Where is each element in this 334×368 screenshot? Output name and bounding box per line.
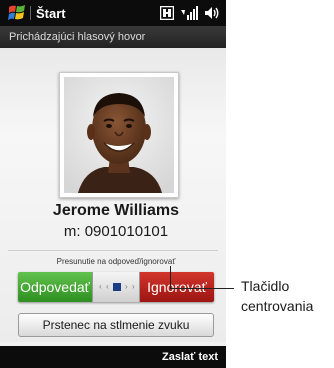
callout-label: Tlačidlo centrovania (241, 276, 313, 316)
callout-label-line2: centrovania (241, 298, 314, 314)
signal-icon[interactable] (180, 6, 198, 20)
page-title: Prichádzajúci hlasový hovor (9, 31, 146, 43)
chevron-left-icon: ‹ (106, 282, 109, 291)
answer-ignore-slider[interactable]: Odpovedať ‹ ‹ › › Ignorovať (18, 272, 214, 302)
caller-name: Jerome Williams (52, 202, 180, 219)
network-icon[interactable] (160, 6, 174, 20)
softkey-bar: Zaslať text (0, 346, 226, 368)
slider-hint: Presunutie na odpoveď/ignorovať (56, 257, 176, 266)
callout-line (170, 288, 234, 289)
send-text-softkey[interactable]: Zaslať text (162, 351, 218, 363)
answer-button[interactable]: Odpovedať (18, 272, 92, 302)
start-separator (30, 6, 31, 20)
ring-mute-button[interactable]: Prstenec na stlmenie zvuku (18, 313, 214, 337)
caller-number: m: 0901010101 (63, 223, 169, 240)
volume-icon[interactable] (204, 6, 220, 20)
center-handle-dot (113, 283, 121, 291)
divider (8, 250, 218, 251)
status-icons (160, 5, 220, 21)
callout-line (170, 266, 171, 288)
incoming-call-panel: Jerome Williams m: 0901010101 Presunutie… (0, 48, 226, 342)
phone-screen: Štart Prichádzajúci hlasový hovor Jerome… (0, 0, 226, 368)
start-label[interactable]: Štart (36, 6, 66, 21)
status-bar: Štart (0, 0, 226, 26)
title-bar: Prichádzajúci hlasový hovor (0, 26, 226, 48)
caller-photo-image (64, 77, 174, 193)
chevron-right-icon: › (125, 282, 128, 291)
windows-flag-icon[interactable] (8, 3, 26, 23)
center-button[interactable]: ‹ ‹ › › (92, 272, 140, 302)
chevron-left-icon: ‹ (99, 282, 102, 291)
ignore-button[interactable]: Ignorovať (140, 272, 214, 302)
caller-photo (59, 72, 179, 198)
callout-label-line1: Tlačidlo (241, 278, 290, 294)
chevron-right-icon: › (132, 282, 135, 291)
